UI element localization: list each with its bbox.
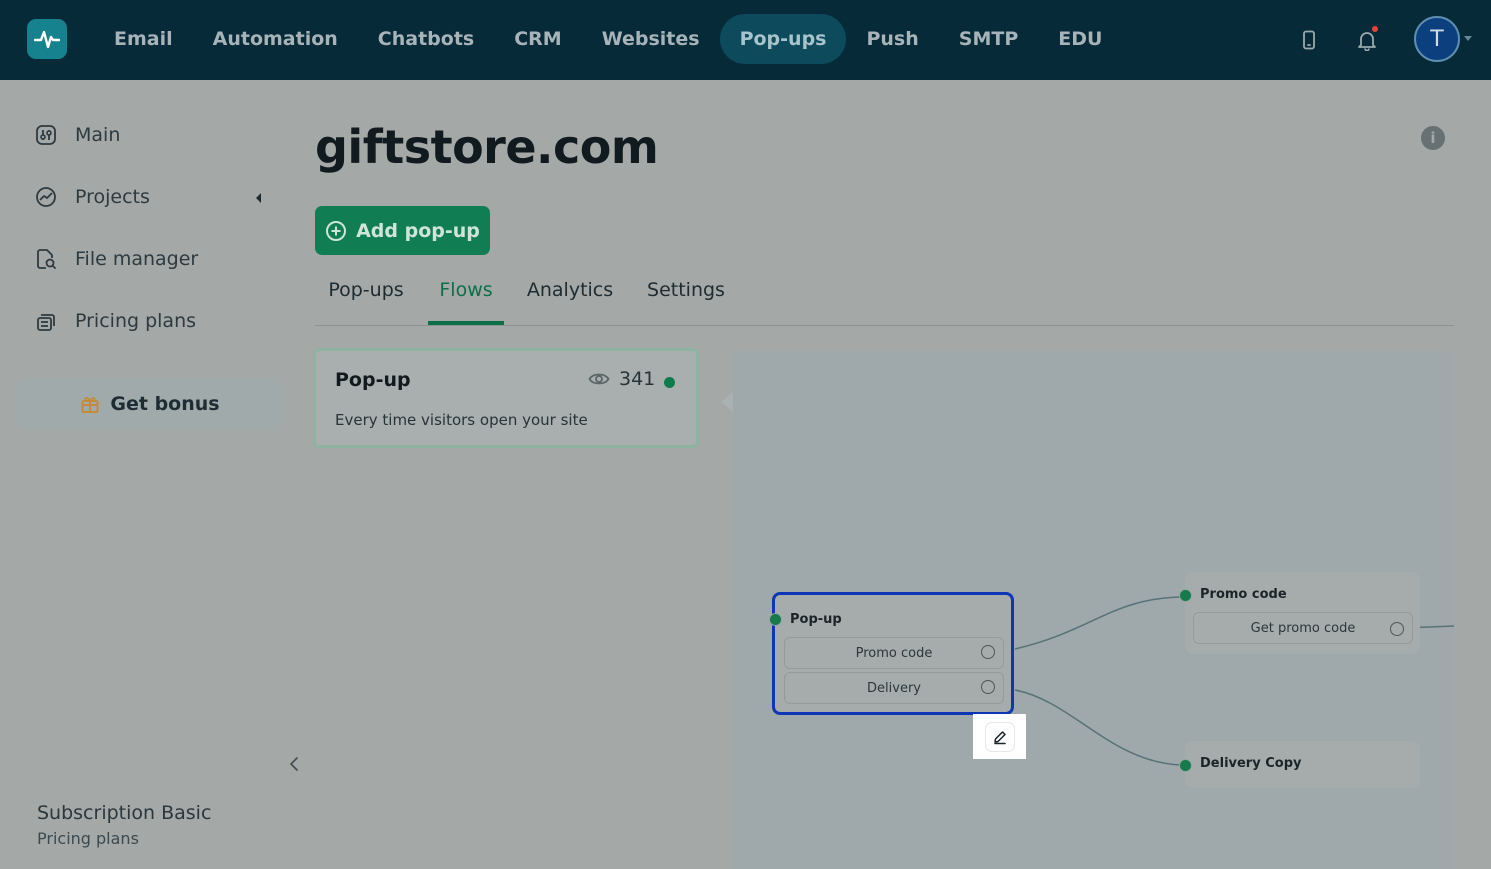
edit-node-button[interactable] xyxy=(973,714,1026,759)
tab-settings[interactable]: Settings xyxy=(638,272,734,325)
get-promo-output-port[interactable] xyxy=(1390,622,1404,636)
plus-circle-icon xyxy=(325,220,347,242)
nav-chatbots[interactable]: Chatbots xyxy=(358,14,494,64)
popup-node[interactable]: Pop-up Promo code Delivery xyxy=(772,592,1014,715)
promo-code-node[interactable]: Promo code Get promo code xyxy=(1185,572,1420,654)
sidebar-item-pricing-plans[interactable]: Pricing plans xyxy=(34,306,196,336)
status-dot xyxy=(664,377,675,388)
delivery-copy-node[interactable]: Delivery Copy xyxy=(1185,741,1420,788)
connection-delivery xyxy=(1014,689,1186,766)
sidebar-item-projects[interactable]: Projects xyxy=(34,182,150,212)
popup-node-row-delivery[interactable]: Delivery xyxy=(784,672,1004,704)
flow-card-description: Every time visitors open your site xyxy=(335,411,588,429)
main-nav: Email Automation Chatbots CRM Websites P… xyxy=(94,14,1122,64)
nav-popups[interactable]: Pop-ups xyxy=(719,14,847,64)
get-bonus-button[interactable]: Get bonus xyxy=(17,378,283,429)
page-title: giftstore.com xyxy=(315,120,659,174)
popup-node-title: Pop-up xyxy=(790,612,842,627)
popup-node-input-port[interactable] xyxy=(769,613,782,626)
collapse-sidebar-icon[interactable] xyxy=(285,753,303,775)
card-pointer xyxy=(721,392,733,412)
sidebar-item-file-manager[interactable]: File manager xyxy=(34,244,198,274)
nav-smtp[interactable]: SMTP xyxy=(939,14,1038,64)
views-count: 341 xyxy=(619,368,656,390)
chevron-left-icon[interactable] xyxy=(256,193,261,203)
tab-flows[interactable]: Flows xyxy=(428,272,504,325)
chevron-down-icon[interactable] xyxy=(1464,36,1472,41)
tab-popups[interactable]: Pop-ups xyxy=(315,272,417,325)
nav-push[interactable]: Push xyxy=(846,14,938,64)
promo-node-title: Promo code xyxy=(1200,587,1287,602)
nav-crm[interactable]: CRM xyxy=(494,14,581,64)
nav-websites[interactable]: Websites xyxy=(582,14,720,64)
subscription-title: Subscription Basic xyxy=(37,802,212,824)
pricing-plans-link[interactable]: Pricing plans xyxy=(37,829,139,848)
promo-node-row[interactable]: Get promo code xyxy=(1193,612,1413,644)
flow-card[interactable]: Pop-up 341 Every time visitors open your… xyxy=(313,348,699,448)
add-popup-label: Add pop-up xyxy=(356,219,480,242)
tab-bar: Pop-ups Flows Analytics Settings xyxy=(315,272,1454,326)
get-bonus-label: Get bonus xyxy=(110,392,220,415)
sidebar-item-label: Projects xyxy=(75,186,150,208)
eye-icon xyxy=(588,371,610,387)
mobile-icon[interactable] xyxy=(1295,26,1323,54)
delivery-node-input-port[interactable] xyxy=(1179,759,1192,772)
sidebar-item-label: Main xyxy=(75,124,121,146)
chart-icon xyxy=(34,185,58,209)
pencil-icon xyxy=(985,722,1014,751)
top-navbar: Email Automation Chatbots CRM Websites P… xyxy=(0,0,1491,80)
sidebar-item-label: Pricing plans xyxy=(75,310,197,332)
bell-icon[interactable] xyxy=(1353,26,1381,54)
notification-badge xyxy=(1372,26,1378,32)
connection-promo xyxy=(1014,596,1186,650)
delivery-node-title: Delivery Copy xyxy=(1200,756,1302,771)
info-icon[interactable]: i xyxy=(1421,126,1445,150)
add-popup-button[interactable]: Add pop-up xyxy=(315,206,490,255)
delivery-output-port[interactable] xyxy=(981,680,995,694)
promo-output-port[interactable] xyxy=(981,645,995,659)
promo-node-input-port[interactable] xyxy=(1179,589,1192,602)
app-logo-icon[interactable] xyxy=(27,19,67,59)
flow-card-views: 341 xyxy=(588,368,655,390)
nav-edu[interactable]: EDU xyxy=(1038,14,1122,64)
nav-automation[interactable]: Automation xyxy=(193,14,358,64)
tab-analytics[interactable]: Analytics xyxy=(520,272,620,325)
gift-icon xyxy=(80,394,100,414)
layers-icon xyxy=(34,309,58,333)
sidebar-item-main[interactable]: Main xyxy=(34,120,120,150)
avatar[interactable]: T xyxy=(1414,16,1460,62)
sliders-icon xyxy=(34,123,58,147)
popup-node-row-promo[interactable]: Promo code xyxy=(784,637,1004,669)
nav-email[interactable]: Email xyxy=(94,14,193,64)
flow-card-name: Pop-up xyxy=(335,369,411,391)
sidebar-item-label: File manager xyxy=(75,248,199,270)
file-search-icon xyxy=(34,247,58,271)
